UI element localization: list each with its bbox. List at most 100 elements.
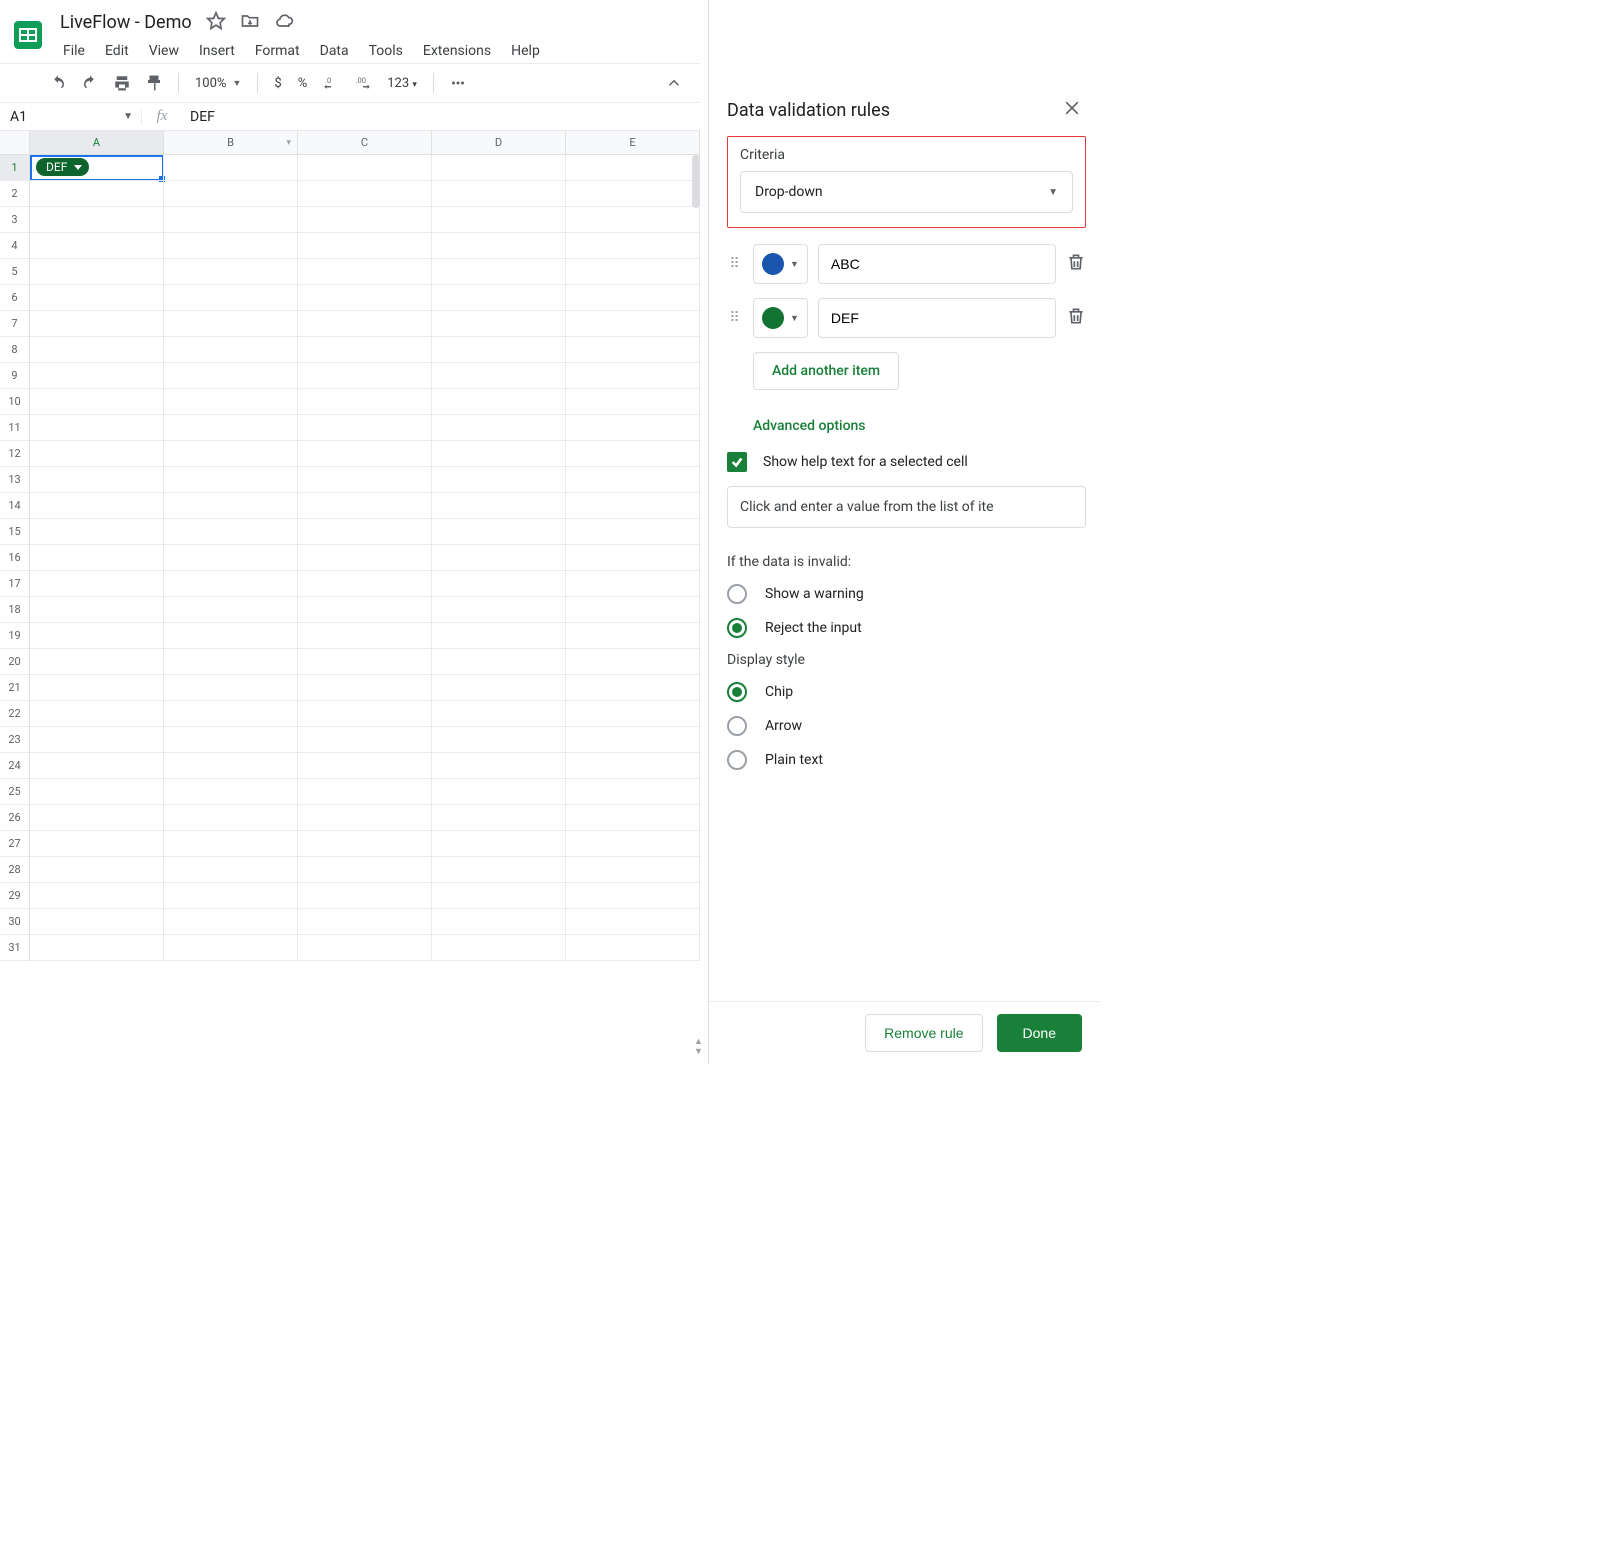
row-header-25[interactable]: 25 — [0, 779, 30, 805]
menu-edit[interactable]: Edit — [96, 39, 138, 63]
format-currency[interactable]: $ — [268, 76, 287, 91]
zoom-select[interactable]: 100%▼ — [189, 76, 247, 91]
criteria-section: Criteria Drop-down ▼ — [727, 136, 1086, 228]
format-123[interactable]: 123 ▾ — [381, 76, 423, 91]
spreadsheet-grid[interactable]: AB▾CDE 123456789101112131415161718192021… — [0, 131, 700, 961]
data-validation-panel: Data validation rules Criteria Drop-down… — [708, 0, 1100, 1064]
vertical-scrollbar[interactable] — [692, 155, 700, 208]
column-header-B[interactable]: B▾ — [164, 131, 298, 154]
row-header-29[interactable]: 29 — [0, 883, 30, 909]
menu-view[interactable]: View — [140, 39, 188, 63]
menu-file[interactable]: File — [54, 39, 94, 63]
menu-format[interactable]: Format — [246, 39, 309, 63]
invalid-option[interactable]: Reject the input — [727, 618, 1096, 638]
row-header-1[interactable]: 1 — [0, 155, 30, 181]
row-header-19[interactable]: 19 — [0, 623, 30, 649]
display-label: Arrow — [765, 718, 802, 734]
display-option[interactable]: Chip — [727, 682, 1096, 702]
move-icon[interactable] — [240, 11, 260, 35]
help-text-checkbox[interactable] — [727, 452, 747, 472]
help-text-input[interactable]: Click and enter a value from the list of… — [727, 486, 1086, 528]
add-item-button[interactable]: Add another item — [753, 352, 899, 390]
row-header-20[interactable]: 20 — [0, 649, 30, 675]
radio-button[interactable] — [727, 682, 747, 702]
panel-title: Data validation rules — [727, 100, 890, 121]
row-header-24[interactable]: 24 — [0, 753, 30, 779]
row-header-5[interactable]: 5 — [0, 259, 30, 285]
row-header-30[interactable]: 30 — [0, 909, 30, 935]
menu-insert[interactable]: Insert — [190, 39, 244, 63]
row-header-31[interactable]: 31 — [0, 935, 30, 961]
menu-extensions[interactable]: Extensions — [414, 39, 500, 63]
color-swatch[interactable]: ▼ — [753, 244, 808, 284]
row-header-14[interactable]: 14 — [0, 493, 30, 519]
column-header-C[interactable]: C — [298, 131, 432, 154]
row-header-26[interactable]: 26 — [0, 805, 30, 831]
remove-rule-button[interactable]: Remove rule — [865, 1014, 982, 1052]
undo-button[interactable] — [44, 69, 72, 97]
scroll-arrows[interactable]: ▲▼ — [694, 1038, 703, 1056]
delete-option-button[interactable] — [1066, 252, 1086, 276]
row-header-13[interactable]: 13 — [0, 467, 30, 493]
advanced-options-toggle[interactable]: Advanced options — [753, 418, 1096, 434]
display-option[interactable]: Plain text — [727, 750, 1096, 770]
row-header-10[interactable]: 10 — [0, 389, 30, 415]
drag-handle-icon[interactable]: ⠿ — [727, 261, 743, 267]
formula-input[interactable]: DEF — [182, 109, 700, 125]
display-label: Chip — [765, 684, 793, 700]
row-header-12[interactable]: 12 — [0, 441, 30, 467]
row-header-22[interactable]: 22 — [0, 701, 30, 727]
paint-format-button[interactable] — [140, 69, 168, 97]
row-header-23[interactable]: 23 — [0, 727, 30, 753]
radio-button[interactable] — [727, 584, 747, 604]
column-header-A[interactable]: A — [30, 131, 164, 154]
row-header-9[interactable]: 9 — [0, 363, 30, 389]
name-box[interactable]: A1▼ — [0, 109, 142, 125]
star-icon[interactable] — [206, 11, 226, 35]
row-header-11[interactable]: 11 — [0, 415, 30, 441]
criteria-select[interactable]: Drop-down ▼ — [740, 171, 1073, 213]
row-header-17[interactable]: 17 — [0, 571, 30, 597]
close-button[interactable] — [1062, 98, 1082, 122]
row-header-28[interactable]: 28 — [0, 857, 30, 883]
row-header-21[interactable]: 21 — [0, 675, 30, 701]
menu-help[interactable]: Help — [502, 39, 549, 63]
menu-tools[interactable]: Tools — [360, 39, 412, 63]
drag-handle-icon[interactable]: ⠿ — [727, 315, 743, 321]
option-value-input[interactable] — [818, 244, 1056, 284]
row-header-2[interactable]: 2 — [0, 181, 30, 207]
invalid-option[interactable]: Show a warning — [727, 584, 1096, 604]
column-header-D[interactable]: D — [432, 131, 566, 154]
radio-button[interactable] — [727, 618, 747, 638]
row-header-3[interactable]: 3 — [0, 207, 30, 233]
document-name[interactable]: LiveFlow - Demo — [54, 10, 198, 35]
display-option[interactable]: Arrow — [727, 716, 1096, 736]
row-header-27[interactable]: 27 — [0, 831, 30, 857]
row-header-15[interactable]: 15 — [0, 519, 30, 545]
print-button[interactable] — [108, 69, 136, 97]
more-toolbar[interactable] — [444, 69, 472, 97]
row-header-18[interactable]: 18 — [0, 597, 30, 623]
sheets-logo[interactable] — [8, 8, 48, 62]
option-value-input[interactable] — [818, 298, 1056, 338]
delete-option-button[interactable] — [1066, 306, 1086, 330]
decrease-decimal[interactable]: .0 — [317, 69, 345, 97]
color-swatch[interactable]: ▼ — [753, 298, 808, 338]
cloud-status-icon[interactable] — [274, 11, 294, 35]
redo-button[interactable] — [76, 69, 104, 97]
fx-icon: fx — [142, 108, 182, 125]
column-header-E[interactable]: E — [566, 131, 700, 154]
row-header-8[interactable]: 8 — [0, 337, 30, 363]
done-button[interactable]: Done — [997, 1014, 1082, 1052]
format-percent[interactable]: % — [292, 76, 314, 91]
row-header-7[interactable]: 7 — [0, 311, 30, 337]
row-header-16[interactable]: 16 — [0, 545, 30, 571]
menu-data[interactable]: Data — [311, 39, 358, 63]
increase-decimal[interactable]: .00 — [349, 69, 377, 97]
radio-button[interactable] — [727, 716, 747, 736]
row-header-6[interactable]: 6 — [0, 285, 30, 311]
radio-button[interactable] — [727, 750, 747, 770]
collapse-toolbar[interactable] — [660, 69, 688, 97]
row-header-4[interactable]: 4 — [0, 233, 30, 259]
select-all-corner[interactable] — [0, 131, 30, 154]
